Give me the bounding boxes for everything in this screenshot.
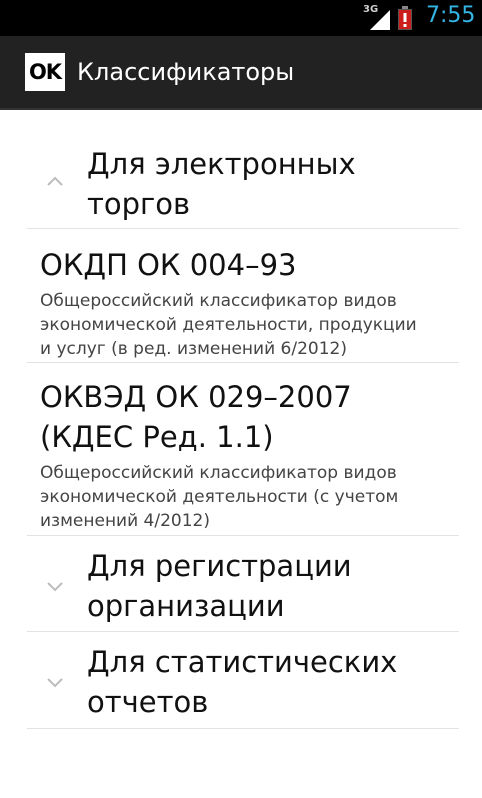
list-item-okdp[interactable]: ОКДП ОК 004–93 Общероссийский классифика… [27, 229, 459, 362]
battery-alert-icon [398, 6, 412, 30]
group-header-electronic-trading[interactable]: Для электронных торгов [27, 138, 459, 228]
signal-icon [370, 10, 390, 30]
action-bar: OK Классификаторы [0, 36, 482, 110]
chevron-up-icon [47, 176, 63, 186]
app-logo-icon[interactable]: OK [25, 53, 65, 91]
list-item-okved[interactable]: ОКВЭД ОК 029–2007 (КДЕС Ред. 1.1) Общеро… [27, 363, 459, 534]
status-bar: 3G 7:55 [0, 0, 482, 36]
group-title: Для статистических [87, 645, 398, 679]
group-title: отчетов [87, 685, 209, 719]
group-title: организации [87, 589, 285, 623]
item-description: Общероссийский классификатор видов [40, 291, 397, 311]
group-header-registration[interactable]: Для регистрации организации [27, 536, 459, 631]
item-description: изменений 4/2012) [40, 511, 210, 531]
item-description: экономической деятельности, продукции [40, 315, 417, 335]
group-title: Для регистрации [87, 549, 352, 583]
group-title: Для электронных [87, 147, 356, 181]
chevron-down-icon [47, 678, 63, 688]
item-description: и услуг (в ред. изменений 6/2012) [40, 339, 347, 359]
group-header-statistics[interactable]: Для статистических отчетов [27, 632, 459, 728]
item-description: экономической деятельности (с учетом [40, 487, 399, 507]
divider [27, 728, 459, 729]
item-title: (КДЕС Ред. 1.1) [40, 420, 274, 454]
chevron-down-icon [47, 582, 63, 592]
clock: 7:55 [426, 3, 476, 28]
item-title: ОКВЭД ОК 029–2007 [40, 380, 352, 414]
page-title: Классификаторы [77, 58, 295, 86]
item-title: ОКДП ОК 004–93 [40, 248, 297, 282]
item-description: Общероссийский классификатор видов [40, 463, 397, 483]
group-title: торгов [87, 187, 191, 221]
